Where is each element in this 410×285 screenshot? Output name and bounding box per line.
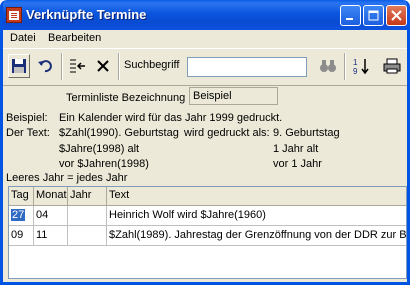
toolbar-separator xyxy=(344,53,346,80)
toolbar-separator xyxy=(118,53,120,80)
list-name-label: Terminliste Bezeichnung xyxy=(66,92,186,104)
column-header-jahr[interactable]: Jahr xyxy=(68,187,107,206)
find-button[interactable] xyxy=(315,54,340,78)
cell-text[interactable]: $Zahl(1989). Jahrestag der Grenzöffnung … xyxy=(107,226,406,246)
toolbar-separator xyxy=(61,53,63,80)
text-label: Der Text: xyxy=(6,127,50,139)
close-button[interactable] xyxy=(386,5,407,26)
printed-as-label: wird gedruckt als: xyxy=(184,127,270,139)
svg-text:9: 9 xyxy=(353,67,358,76)
search-label: Suchbegriff xyxy=(124,59,180,71)
window-title: Verknüpfte Termine xyxy=(26,7,147,22)
cell-tag[interactable]: 09 xyxy=(9,226,34,246)
sort-button[interactable]: 1 9 xyxy=(350,54,372,78)
print-button[interactable] xyxy=(381,54,403,78)
search-input[interactable] xyxy=(187,57,307,77)
appointments-table: Tag Monat Jahr Text 27 04 Heinrich Wolf … xyxy=(8,186,407,279)
list-name-field[interactable]: Beispiel xyxy=(189,87,278,105)
app-window: Verknüpfte Termine Datei Bearbeiten 1 9 … xyxy=(0,0,410,285)
undo-icon xyxy=(38,60,52,73)
example-age-output: 1 Jahr alt xyxy=(273,143,319,155)
column-header-monat[interactable]: Monat xyxy=(34,187,68,206)
maximize-button[interactable] xyxy=(363,5,384,26)
insert-row-button[interactable] xyxy=(66,54,88,78)
column-header-tag[interactable]: Tag xyxy=(9,187,34,206)
example-age-input: $Jahre(1998) alt xyxy=(59,143,140,155)
printer-icon xyxy=(383,58,401,74)
cell-jahr[interactable] xyxy=(68,226,107,246)
binoculars-icon xyxy=(319,60,336,72)
example-ago-output: vor 1 Jahr xyxy=(273,158,322,170)
cell-text[interactable]: Heinrich Wolf wird $Jahre(1960) xyxy=(107,206,406,226)
empty-year-note: Leeres Jahr = jedes Jahr xyxy=(6,172,128,184)
cell-tag[interactable]: 27 xyxy=(9,206,34,226)
example-label: Beispiel: xyxy=(6,112,48,124)
sort-ascending-icon: 1 9 xyxy=(353,58,369,76)
example-text: Ein Kalender wird für das Jahr 1999 gedr… xyxy=(59,112,283,124)
maximize-icon xyxy=(368,10,379,21)
menu-bar: Datei Bearbeiten xyxy=(3,30,407,47)
title-bar[interactable]: Verknüpfte Termine xyxy=(3,0,407,30)
floppy-disk-icon xyxy=(12,59,26,73)
delete-x-icon xyxy=(97,60,109,72)
minimize-button[interactable] xyxy=(340,5,361,26)
insert-row-icon xyxy=(70,59,85,73)
example-ago-input: vor $Jahren(1998) xyxy=(59,158,149,170)
example-birthday-output: 9. Geburtstag xyxy=(273,127,340,139)
close-icon xyxy=(391,10,402,21)
selected-cell-value: 27 xyxy=(11,209,26,221)
menu-bearbeiten[interactable]: Bearbeiten xyxy=(48,32,101,44)
menu-datei[interactable]: Datei xyxy=(10,32,36,44)
column-header-text[interactable]: Text xyxy=(107,187,406,206)
undo-button[interactable] xyxy=(34,54,56,78)
cell-jahr[interactable] xyxy=(68,206,107,226)
calendar-app-icon xyxy=(6,7,22,23)
example-birthday-input: $Zahl(1990). Geburtstag xyxy=(59,127,179,139)
save-button[interactable] xyxy=(8,54,30,78)
delete-button[interactable] xyxy=(92,54,114,78)
cell-monat[interactable]: 11 xyxy=(34,226,68,246)
minimize-icon xyxy=(346,18,353,20)
cell-monat[interactable]: 04 xyxy=(34,206,68,226)
svg-text:1: 1 xyxy=(353,58,358,67)
